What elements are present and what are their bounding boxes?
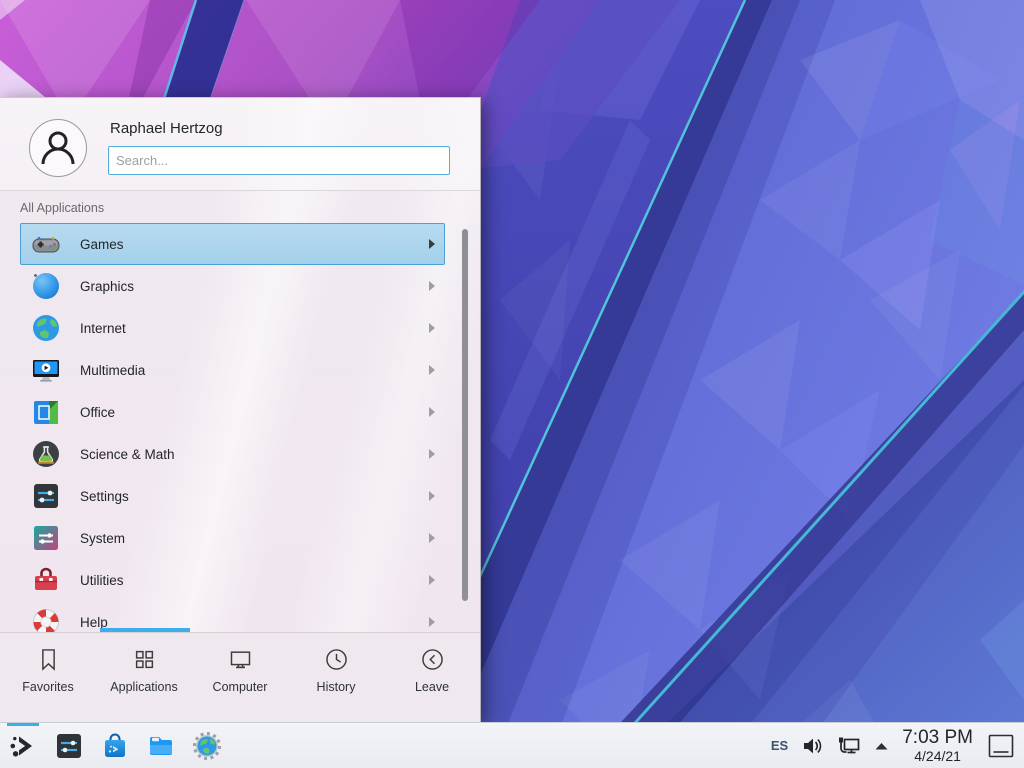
keyboard-layout-indicator[interactable]: ES bbox=[771, 738, 788, 753]
applications-icon bbox=[131, 646, 158, 673]
system-icon bbox=[30, 522, 62, 554]
app-launcher-button[interactable] bbox=[8, 731, 38, 761]
tab-history[interactable]: History bbox=[288, 633, 384, 723]
category-science-math[interactable]: Science & Math bbox=[20, 433, 445, 475]
category-label: Settings bbox=[80, 489, 129, 504]
submenu-arrow-icon bbox=[429, 407, 435, 417]
category-label: Graphics bbox=[80, 279, 134, 294]
graphics-icon bbox=[30, 270, 62, 302]
user-icon bbox=[30, 120, 86, 176]
category-office[interactable]: Office bbox=[20, 391, 445, 433]
volume-button[interactable] bbox=[801, 735, 823, 757]
launcher-tabbar: Favorites Applications Computer History bbox=[0, 632, 480, 723]
launcher-header: Raphael Hertzog bbox=[0, 98, 480, 191]
office-icon bbox=[30, 396, 62, 428]
computer-icon bbox=[227, 646, 254, 673]
category-games[interactable]: Games bbox=[20, 223, 445, 265]
submenu-arrow-icon bbox=[429, 575, 435, 585]
tab-label: Leave bbox=[415, 680, 449, 694]
launcher-active-indicator bbox=[7, 723, 39, 726]
tab-applications[interactable]: Applications bbox=[96, 633, 192, 723]
list-scrollbar[interactable] bbox=[462, 229, 468, 601]
section-label: All Applications bbox=[20, 201, 104, 215]
multimedia-icon bbox=[30, 354, 62, 386]
taskbar-launchers bbox=[0, 731, 222, 761]
history-icon bbox=[323, 646, 350, 673]
category-utilities[interactable]: Utilities bbox=[20, 559, 445, 601]
network-icon bbox=[836, 735, 861, 757]
internet-icon bbox=[30, 312, 62, 344]
show-desktop-icon bbox=[987, 733, 1015, 759]
utilities-icon bbox=[30, 564, 62, 596]
submenu-arrow-icon bbox=[429, 617, 435, 627]
tab-label: Computer bbox=[213, 680, 268, 694]
system-tray: ES 7:03 PM 4/24/21 bbox=[771, 728, 1024, 763]
web-browser-button[interactable] bbox=[192, 731, 222, 761]
clock-date: 4/24/21 bbox=[914, 749, 961, 763]
search-input[interactable] bbox=[108, 146, 450, 175]
submenu-arrow-icon bbox=[429, 533, 435, 543]
category-label: System bbox=[80, 531, 125, 546]
category-label: Internet bbox=[80, 321, 126, 336]
category-settings[interactable]: Settings bbox=[20, 475, 445, 517]
tab-leave[interactable]: Leave bbox=[384, 633, 480, 723]
network-button[interactable] bbox=[836, 735, 861, 757]
favorites-icon bbox=[35, 646, 62, 673]
system-settings-button[interactable] bbox=[54, 731, 84, 761]
category-label: Utilities bbox=[80, 573, 124, 588]
submenu-arrow-icon bbox=[429, 281, 435, 291]
expand-tray-button[interactable] bbox=[874, 741, 889, 751]
digital-clock[interactable]: 7:03 PM 4/24/21 bbox=[902, 728, 973, 763]
tab-label: Applications bbox=[110, 680, 177, 694]
taskbar-panel: ES 7:03 PM 4/24/21 bbox=[0, 722, 1024, 768]
expand-tray-icon bbox=[874, 741, 889, 751]
category-system[interactable]: System bbox=[20, 517, 445, 559]
category-label: Office bbox=[80, 405, 115, 420]
application-launcher-menu: Raphael Hertzog All Applications Games bbox=[0, 97, 481, 722]
settings-icon bbox=[30, 480, 62, 512]
volume-icon bbox=[801, 735, 823, 757]
science-icon bbox=[30, 438, 62, 470]
category-label: Games bbox=[80, 237, 124, 252]
submenu-arrow-icon bbox=[429, 239, 435, 249]
category-graphics[interactable]: Graphics bbox=[20, 265, 445, 307]
tab-computer[interactable]: Computer bbox=[192, 633, 288, 723]
discover-button[interactable] bbox=[100, 731, 130, 761]
file-manager-button[interactable] bbox=[146, 731, 176, 761]
show-desktop-button[interactable] bbox=[986, 732, 1016, 760]
category-multimedia[interactable]: Multimedia bbox=[20, 349, 445, 391]
submenu-arrow-icon bbox=[429, 365, 435, 375]
web-browser-icon bbox=[192, 731, 222, 761]
category-internet[interactable]: Internet bbox=[20, 307, 445, 349]
app-launcher-icon bbox=[8, 731, 38, 761]
category-list: Games Graphics Internet bbox=[20, 223, 445, 643]
system-settings-icon bbox=[54, 731, 84, 761]
games-icon bbox=[30, 228, 62, 260]
submenu-arrow-icon bbox=[429, 449, 435, 459]
tab-label: History bbox=[317, 680, 356, 694]
user-avatar[interactable] bbox=[29, 119, 87, 177]
user-name: Raphael Hertzog bbox=[110, 120, 223, 137]
leave-icon bbox=[419, 646, 446, 673]
category-label: Multimedia bbox=[80, 363, 145, 378]
file-manager-icon bbox=[146, 731, 176, 761]
kde-desktop: { "launcher": { "user_name": "Raphael He… bbox=[0, 0, 1024, 768]
discover-icon bbox=[100, 731, 130, 761]
clock-time: 7:03 PM bbox=[902, 728, 973, 747]
submenu-arrow-icon bbox=[429, 491, 435, 501]
tab-favorites[interactable]: Favorites bbox=[0, 633, 96, 723]
category-label: Science & Math bbox=[80, 447, 175, 462]
tab-label: Favorites bbox=[22, 680, 73, 694]
submenu-arrow-icon bbox=[429, 323, 435, 333]
